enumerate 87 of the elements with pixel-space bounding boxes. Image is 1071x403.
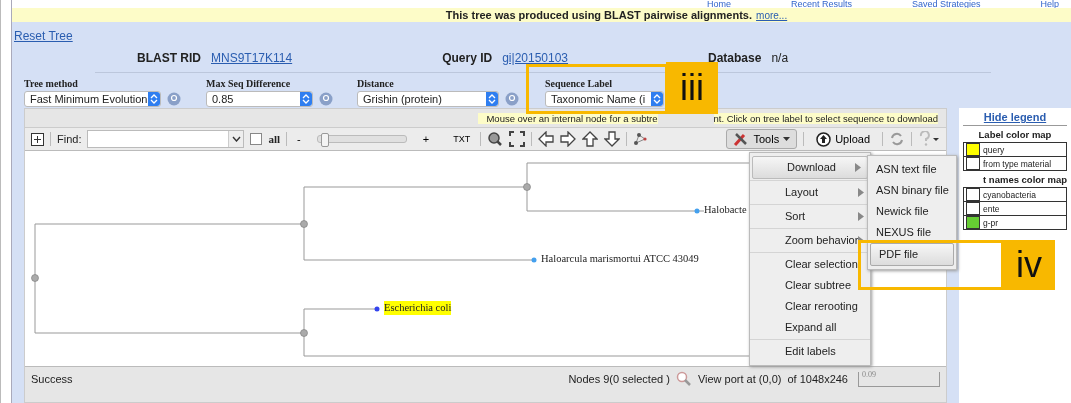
leaf-label[interactable]: Haloarcula marismortui ATCC 43049 [541,252,699,266]
updown-arrow-icon[interactable] [302,94,310,104]
caret-icon [783,137,791,141]
all-label: all [268,133,281,145]
down-arrow-icon[interactable] [604,131,621,147]
info-link[interactable]: gi|20150103 [502,51,569,65]
menu-item[interactable]: Download [752,156,868,179]
control-label: Distance [357,78,395,89]
refresh-icon[interactable] [889,131,905,147]
help-dropdown-icon[interactable] [918,131,940,147]
more-link[interactable]: more... [756,9,788,21]
updown-arrow-icon[interactable] [653,94,661,104]
select-dropdown[interactable]: Fast Minimum Evolution [24,91,161,107]
info-value: n/a [771,51,789,65]
find-label: Find: [57,133,82,145]
legend-label: ente [983,203,1000,214]
expand-icon[interactable] [31,132,44,146]
scale-bar: 0.09 [858,371,940,387]
fullscreen-icon[interactable] [509,131,526,147]
info-label: BLAST RID [137,51,201,65]
legend-label: from type material [983,158,1052,169]
legend-title: Label color map [977,129,1053,140]
updown-arrow-icon[interactable] [150,94,158,104]
zoom-out-button[interactable]: - [293,133,305,145]
select-dropdown[interactable]: Grishin (protein) [357,91,499,107]
info-label: Database [708,51,762,65]
select-dropdown[interactable]: 0.85 [206,91,313,107]
help-icon[interactable] [505,92,519,106]
menu-item[interactable]: ASN binary file [868,180,956,201]
right-arrow-icon[interactable] [560,131,577,147]
up-arrow-icon[interactable] [582,131,599,147]
upload-icon [816,131,832,147]
legend-label: cyanobacteria [983,189,1036,200]
info-label: Query ID [442,51,493,65]
status-text: Success [31,373,73,385]
nav-link[interactable]: Saved Strategies [911,0,981,8]
tools-button[interactable]: Tools [726,129,798,149]
node-count: Nodes 9(0 selected ) [568,373,670,385]
menu-item[interactable]: PDF file [870,243,954,266]
help-icon[interactable] [167,92,181,106]
callout-label: iii [666,62,718,114]
menu-item[interactable]: Sort [750,206,870,227]
nav-link[interactable]: Help [1040,0,1059,8]
info-link[interactable]: MNS9T17K114 [211,51,293,65]
hint-text: nt. Click on tree label to select sequence to download [713,113,938,124]
banner-text: This tree was produced using BLAST pairwise alignments. [445,9,753,21]
menu-item[interactable]: Clear selection [750,254,870,275]
viewport-size: of 1048x246 [787,373,848,385]
submenu-arrow-icon [858,188,864,197]
legend-title: t names color map [982,174,1067,185]
zoom-in-button[interactable]: + [418,133,434,145]
hide-legend-link[interactable]: Hide legend [983,111,1047,123]
menu-item[interactable]: Layout [750,182,870,203]
reset-tree-link[interactable]: Reset Tree [14,29,73,43]
caret-icon[interactable] [231,136,241,142]
menu-item[interactable]: ASN text file [868,159,956,180]
submenu-arrow-icon [855,163,861,172]
hint-text: Mouse over an internal node for a subtre [478,113,658,124]
updown-arrow-icon[interactable] [488,94,496,104]
leaf-label[interactable]: Halobacte [704,203,747,217]
leaf-label[interactable]: Escherichia coli [384,301,452,315]
menu-item[interactable]: Clear rerooting [750,296,870,317]
submenu-arrow-icon [858,212,864,221]
legend-label: g-pr [983,217,999,228]
select-dropdown[interactable]: Taxonomic Name (i [545,91,664,107]
magnifier-icon[interactable] [487,131,504,147]
zoom-icon[interactable] [675,371,692,387]
menu-item[interactable]: Edit labels [750,341,870,362]
menu-item[interactable]: Newick file [868,201,956,222]
menu-item[interactable]: Expand all [750,317,870,338]
all-checkbox[interactable] [250,133,263,145]
control-label: Tree method [24,78,79,89]
legend-label: query [983,144,1005,155]
help-icon[interactable] [319,92,333,106]
nav-link[interactable]: Recent Results [790,0,852,8]
callout-label: iv [1003,240,1055,290]
viewport-text: View port at (0,0) [697,373,782,385]
nav-link[interactable]: Home [706,0,731,8]
control-label: Sequence Label [545,78,613,89]
menu-item[interactable]: NEXUS file [868,222,956,243]
menu-item[interactable]: Clear subtree [750,275,870,296]
find-field[interactable] [87,130,245,148]
left-arrow-icon[interactable] [538,131,555,147]
txt-button[interactable]: TXT [449,134,475,144]
upload-button[interactable]: Upload [810,130,876,148]
control-label: Max Seq Difference [206,78,292,89]
node-link-icon[interactable] [633,132,648,146]
